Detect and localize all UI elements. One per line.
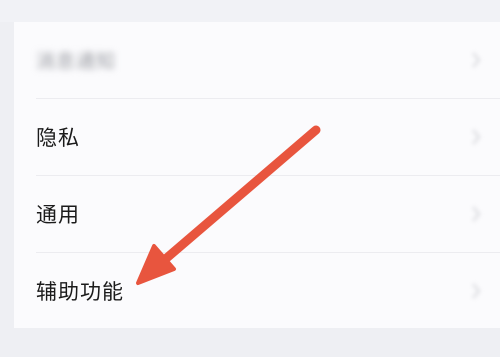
settings-item-accessibility[interactable]: 辅助功能 (14, 253, 500, 329)
chevron-right-icon (472, 206, 481, 222)
settings-item-privacy[interactable]: 隐私 (14, 99, 500, 175)
settings-item-label: 辅助功能 (36, 280, 124, 304)
bottom-section-band (0, 328, 500, 357)
settings-item-label: 通用 (36, 203, 80, 227)
settings-item-notifications[interactable]: 消息通知 (14, 22, 500, 98)
settings-item-label: 隐私 (36, 126, 80, 150)
settings-list: 消息通知 隐私 通用 辅助功能 (14, 22, 500, 328)
chevron-right-icon (472, 52, 481, 68)
chevron-right-icon (472, 129, 481, 145)
settings-item-label: 消息通知 (36, 50, 117, 73)
settings-item-general[interactable]: 通用 (14, 176, 500, 252)
chevron-right-icon (472, 283, 481, 299)
settings-screen: 消息通知 隐私 通用 辅助功能 (0, 0, 500, 357)
top-section-band (0, 0, 500, 22)
